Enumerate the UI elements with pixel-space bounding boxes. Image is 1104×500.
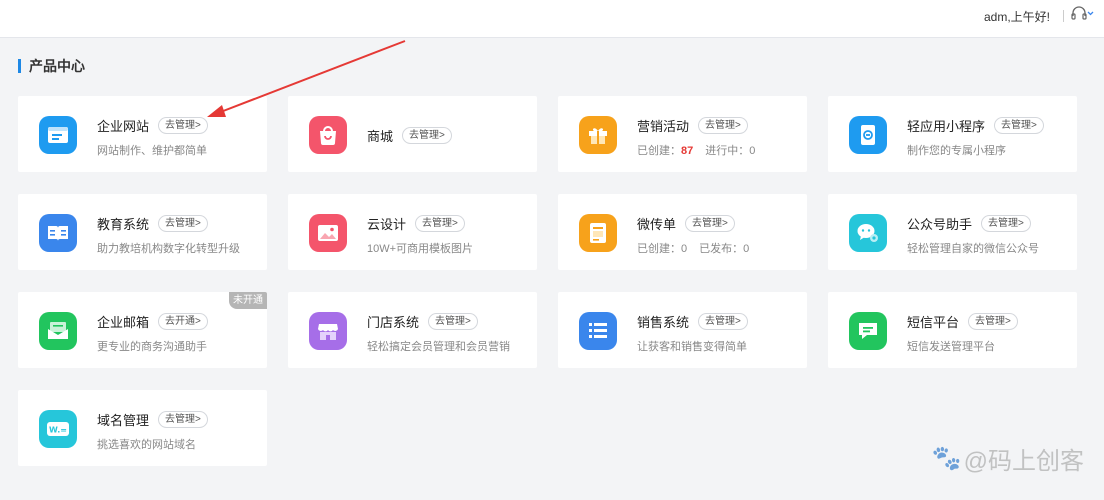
product-desc: 10W+可商用模板图片 <box>367 243 474 255</box>
product-name: 域名管理 <box>97 413 150 428</box>
manage-button[interactable]: 去管理> <box>968 313 1018 330</box>
product-desc: 轻松管理自家的微信公众号 <box>907 243 1039 255</box>
manage-button[interactable]: 去管理> <box>158 117 208 134</box>
top-bar: adm,上午好! <box>0 0 1104 38</box>
product-name: 微传单 <box>637 217 677 232</box>
shopping-bag-icon <box>309 116 347 154</box>
paw-icon: 🐾 <box>931 445 962 472</box>
svg-text:W.=: W.= <box>49 426 67 435</box>
list-icon <box>579 312 617 350</box>
manage-button[interactable]: 去管理> <box>428 313 478 330</box>
product-card-sms[interactable]: 短信平台 去管理> 短信发送管理平台 <box>828 292 1077 368</box>
section-title: 产品中心 <box>18 58 85 74</box>
product-stats: 已创建：87 进行中：0 <box>637 142 755 158</box>
active-count: 进行中：0 <box>705 145 756 157</box>
section-title-text: 产品中心 <box>29 58 85 74</box>
product-name: 营销活动 <box>637 119 690 134</box>
not-activated-badge: 未开通 <box>229 292 267 309</box>
product-card-email[interactable]: 未开通 企业邮箱 去开通> 更专业的商务沟通助手 <box>18 292 267 368</box>
product-card-mall[interactable]: 商城 去管理> <box>288 96 537 172</box>
store-icon <box>309 312 347 350</box>
manage-button[interactable]: 去管理> <box>415 215 465 232</box>
watermark: 🐾 @码上创客 <box>932 441 1084 476</box>
product-name: 销售系统 <box>637 315 690 330</box>
product-name: 云设计 <box>367 217 407 232</box>
product-desc: 制作您的专属小程序 <box>907 145 1006 157</box>
product-card-domain[interactable]: W.= 域名管理 去管理> 挑选喜欢的网站域名 <box>18 390 267 466</box>
product-grid: 企业网站 去管理> 网站制作、维护都简单 商城 去管理> 营销活动 去管理> 已… <box>18 96 1078 466</box>
wechat-icon <box>849 214 887 252</box>
title-accent-bar <box>18 59 21 73</box>
published-count: 已发布：0 <box>699 243 750 255</box>
flyer-icon <box>579 214 617 252</box>
product-card-store[interactable]: 门店系统 去管理> 轻松搞定会员管理和会员营销 <box>288 292 537 368</box>
product-card-website[interactable]: 企业网站 去管理> 网站制作、维护都简单 <box>18 96 267 172</box>
book-icon <box>39 214 77 252</box>
product-name: 公众号助手 <box>907 217 973 232</box>
product-name: 轻应用小程序 <box>907 119 986 134</box>
manage-button[interactable]: 去管理> <box>402 127 452 144</box>
activate-button[interactable]: 去开通> <box>158 313 208 330</box>
product-name: 企业网站 <box>97 119 150 134</box>
product-card-education[interactable]: 教育系统 去管理> 助力教培机构数字化转型升级 <box>18 194 267 270</box>
manage-button[interactable]: 去管理> <box>158 411 208 428</box>
product-desc: 助力教培机构数字化转型升级 <box>97 243 240 255</box>
product-desc: 轻松搞定会员管理和会员营销 <box>367 341 510 353</box>
product-name: 教育系统 <box>97 217 150 232</box>
created-label: 已创建： <box>637 145 681 157</box>
mini-program-icon <box>849 116 887 154</box>
product-card-wechat[interactable]: 公众号助手 去管理> 轻松管理自家的微信公众号 <box>828 194 1077 270</box>
watermark-text: @码上创客 <box>963 448 1084 475</box>
product-name: 门店系统 <box>367 315 420 330</box>
product-card-mini-program[interactable]: 轻应用小程序 去管理> 制作您的专属小程序 <box>828 96 1077 172</box>
manage-button[interactable]: 去管理> <box>698 313 748 330</box>
header-divider <box>1063 10 1064 22</box>
website-icon <box>39 116 77 154</box>
product-name: 企业邮箱 <box>97 315 150 330</box>
product-desc: 短信发送管理平台 <box>907 341 995 353</box>
manage-button[interactable]: 去管理> <box>994 117 1044 134</box>
domain-icon: W.= <box>39 410 77 448</box>
product-name: 短信平台 <box>907 315 960 330</box>
product-stats: 已创建：0 已发布：0 <box>637 240 749 256</box>
product-card-sales[interactable]: 销售系统 去管理> 让获客和销售变得简单 <box>558 292 807 368</box>
gift-icon <box>579 116 617 154</box>
headset-icon[interactable] <box>1070 5 1094 23</box>
manage-button[interactable]: 去管理> <box>158 215 208 232</box>
product-desc: 让获客和销售变得简单 <box>637 341 747 353</box>
product-desc: 更专业的商务沟通助手 <box>97 341 207 353</box>
product-card-flyer[interactable]: 微传单 去管理> 已创建：0 已发布：0 <box>558 194 807 270</box>
created-count: 87 <box>681 145 694 157</box>
product-desc: 网站制作、维护都简单 <box>97 145 207 157</box>
manage-button[interactable]: 去管理> <box>685 215 735 232</box>
manage-button[interactable]: 去管理> <box>698 117 748 134</box>
manage-button[interactable]: 去管理> <box>981 215 1031 232</box>
user-greeting[interactable]: adm,上午好! <box>984 8 1050 25</box>
mail-icon <box>39 312 77 350</box>
sms-icon <box>849 312 887 350</box>
product-desc: 挑选喜欢的网站域名 <box>97 439 196 451</box>
product-card-marketing[interactable]: 营销活动 去管理> 已创建：87 进行中：0 <box>558 96 807 172</box>
image-icon <box>309 214 347 252</box>
created-count: 已创建：0 <box>637 243 688 255</box>
product-card-cloud-design[interactable]: 云设计 去管理> 10W+可商用模板图片 <box>288 194 537 270</box>
product-name: 商城 <box>367 129 394 144</box>
